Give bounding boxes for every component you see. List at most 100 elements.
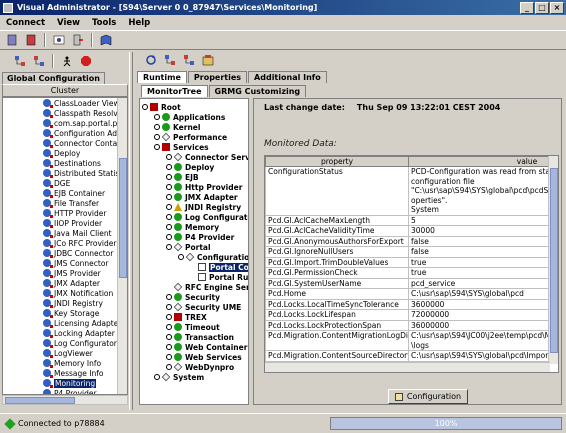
- cluster-item[interactable]: HTTP Provider: [3, 208, 127, 218]
- disconnect-icon[interactable]: [23, 32, 39, 48]
- expand-toggle-icon[interactable]: [166, 344, 172, 350]
- menu-connect[interactable]: Connect: [4, 18, 47, 28]
- pane-splitter[interactable]: [129, 52, 133, 410]
- monitor-tree-node[interactable]: Web Services: [166, 352, 242, 362]
- cluster-item[interactable]: JDBC Connector: [3, 248, 127, 258]
- cluster-item[interactable]: JCo RFC Provider: [3, 238, 127, 248]
- cluster-item[interactable]: JNDI Registry: [3, 298, 127, 308]
- left-horizontal-scrollbar[interactable]: [2, 395, 128, 405]
- cluster-item[interactable]: Memory Info: [3, 358, 127, 368]
- table-row[interactable]: Pcd.Home C:\usr\sap\S94\SYS\global\pcd: [265, 288, 558, 300]
- close-button[interactable]: ×: [550, 1, 564, 14]
- tab-runtime[interactable]: Runtime: [137, 71, 187, 83]
- monitor-tree-node[interactable]: EJB: [166, 172, 199, 182]
- cluster-nodes-icon[interactable]: [12, 53, 28, 69]
- monitor-tree-node[interactable]: Deploy: [166, 162, 214, 172]
- cluster-item[interactable]: ClassLoader Viewer: [3, 98, 127, 108]
- table-row[interactable]: Pcd.Gl.SystemUserName pcd_service: [265, 277, 558, 289]
- monitor-tree-node[interactable]: Log Configurator: [166, 212, 248, 222]
- cluster-item[interactable]: JMS Provider: [3, 268, 127, 278]
- expand-toggle-icon[interactable]: [166, 194, 172, 200]
- menu-view[interactable]: View: [55, 18, 82, 28]
- monitor-tree-node[interactable]: P4 Provider: [166, 232, 234, 242]
- monitor-tree-node[interactable]: Memory: [166, 222, 219, 232]
- node-tree-alt-icon[interactable]: [181, 52, 197, 68]
- expand-toggle-icon[interactable]: [166, 154, 172, 160]
- cluster-item[interactable]: Classpath Resolver: [3, 108, 127, 118]
- table-row[interactable]: ConfigurationStatus PCD-Configuration was…: [265, 166, 558, 216]
- monitor-tree-node[interactable]: Http Provider: [166, 182, 242, 192]
- monitor-tree-node[interactable]: TREX: [166, 312, 207, 322]
- expand-toggle-icon[interactable]: [166, 304, 172, 310]
- monitor-tree-node[interactable]: RFC Engine Service: [166, 282, 248, 292]
- table-row[interactable]: Pcd.Locks.LocalTimeSyncTolerance 3600000: [265, 298, 558, 310]
- expand-toggle-icon[interactable]: [166, 354, 172, 360]
- expand-toggle-icon[interactable]: [166, 234, 172, 240]
- monitor-tree-node[interactable]: Connector Service: [166, 152, 248, 162]
- expand-toggle-icon[interactable]: [154, 124, 160, 130]
- menu-tools[interactable]: Tools: [90, 18, 118, 28]
- cluster-item[interactable]: JMS Connector: [3, 258, 127, 268]
- table-row[interactable]: Pcd.Locks.LockLifespan 72000000: [265, 309, 558, 321]
- monitor-tree-node[interactable]: Portal Runtime: [190, 272, 248, 282]
- expand-toggle-icon[interactable]: [154, 134, 160, 140]
- cluster-item[interactable]: DGE: [3, 178, 127, 188]
- tab-grmg-customizing[interactable]: GRMG Customizing: [208, 85, 307, 97]
- monitor-tree-node[interactable]: System: [154, 372, 204, 382]
- monitor-tree-node[interactable]: Timeout: [166, 322, 220, 332]
- table-vertical-scrollbar[interactable]: [548, 156, 558, 364]
- table-row[interactable]: Pcd.Gl.AclCacheMaxLength 5: [265, 214, 558, 226]
- cluster-item[interactable]: IIOP Provider: [3, 218, 127, 228]
- expand-toggle-icon[interactable]: [166, 334, 172, 340]
- cluster-item[interactable]: Locking Adapter: [3, 328, 127, 338]
- book-icon[interactable]: [98, 32, 114, 48]
- column-header-property[interactable]: property: [265, 156, 409, 167]
- monitor-tree-node[interactable]: JNDI Registry: [166, 202, 241, 212]
- connect-icon[interactable]: [4, 32, 20, 48]
- stop-icon[interactable]: [78, 53, 94, 69]
- run-icon[interactable]: [59, 53, 75, 69]
- monitor-tree-node[interactable]: Root: [142, 102, 181, 112]
- expand-toggle-icon[interactable]: [166, 204, 172, 210]
- monitor-tree-node[interactable]: WebDynpro: [166, 362, 234, 372]
- table-row[interactable]: Pcd.Gl.IgnoreNullUsers false: [265, 246, 558, 258]
- monitor-tree-node[interactable]: Applications: [154, 112, 225, 122]
- table-row[interactable]: Pcd.Gl.AnonymousAuthorsForExport false: [265, 235, 558, 247]
- cluster-item[interactable]: JMX Adapter: [3, 278, 127, 288]
- expand-toggle-icon[interactable]: [166, 324, 172, 330]
- table-horizontal-scrollbar[interactable]: [265, 362, 550, 372]
- expand-toggle-icon[interactable]: [166, 214, 172, 220]
- cluster-item[interactable]: Log Configurator: [3, 338, 127, 348]
- tab-monitor-tree[interactable]: MonitorTree: [141, 85, 208, 97]
- table-row[interactable]: Pcd.Locks.LockProtectionSpan 36000000: [265, 319, 558, 331]
- login-icon[interactable]: [51, 32, 67, 48]
- refresh-icon[interactable]: [143, 52, 159, 68]
- logout-icon[interactable]: [70, 32, 86, 48]
- monitor-tree-node[interactable]: Services: [154, 142, 209, 152]
- cluster-item[interactable]: Message Info: [3, 368, 127, 378]
- cluster-item[interactable]: Destinations: [3, 158, 127, 168]
- monitor-tree-node[interactable]: JMX Adapter: [166, 192, 238, 202]
- expand-toggle-icon[interactable]: [166, 244, 172, 250]
- monitor-tree-node[interactable]: Security: [166, 292, 220, 302]
- expand-toggle-icon[interactable]: [166, 174, 172, 180]
- cluster-view-icon[interactable]: [31, 53, 47, 69]
- cluster-item[interactable]: JMX Notification: [3, 288, 127, 298]
- expand-toggle-icon[interactable]: [142, 104, 148, 110]
- cluster-item[interactable]: P4 Provider: [3, 388, 127, 394]
- menu-help[interactable]: Help: [126, 18, 152, 28]
- monitor-tree-node[interactable]: Configuration: [178, 252, 248, 262]
- configuration-button[interactable]: Configuration: [388, 389, 468, 404]
- cluster-item[interactable]: Deploy: [3, 148, 127, 158]
- table-row[interactable]: Pcd.Migration.ContentMigrationLogDirecto…: [265, 330, 558, 351]
- properties-icon[interactable]: [200, 52, 216, 68]
- tab-properties[interactable]: Properties: [187, 71, 248, 83]
- minimize-button[interactable]: _: [520, 1, 534, 14]
- table-row[interactable]: Pcd.Migration.ContentSourceDirectory C:\u…: [265, 350, 558, 362]
- expand-toggle-icon[interactable]: [166, 164, 172, 170]
- table-row[interactable]: Pcd.Gl.PermissionCheck true: [265, 267, 558, 279]
- tab-global-configuration[interactable]: Global Configuration: [2, 72, 105, 84]
- expand-toggle-icon[interactable]: [178, 254, 184, 260]
- cluster-item[interactable]: Monitoring: [3, 378, 127, 388]
- cluster-item[interactable]: Key Storage: [3, 308, 127, 318]
